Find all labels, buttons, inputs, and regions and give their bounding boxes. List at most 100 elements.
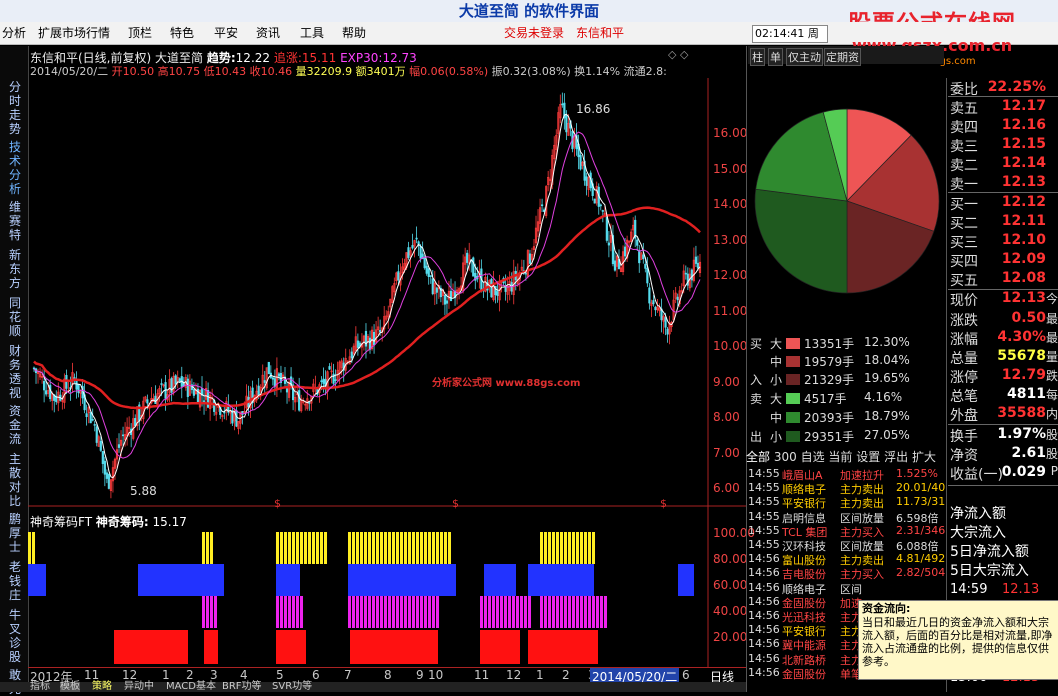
fund-flow-label[interactable]: 5日净流入额 (950, 541, 1029, 561)
candle-body (565, 114, 568, 133)
candle-body (121, 434, 125, 437)
list-tab-settings[interactable]: 设置 (856, 450, 880, 464)
y-tick: 14.00 (713, 197, 748, 211)
radar-time: 14:56 (748, 651, 780, 665)
candle-body (648, 287, 651, 304)
indicator-bar (348, 564, 456, 596)
tab-bar-chart[interactable]: 柱 (750, 48, 765, 66)
flow-row: 中 20393手 18.79% (748, 409, 944, 427)
amp-label: 振 (491, 65, 503, 78)
quote-value: 12.13 (1001, 174, 1046, 190)
pie-slice (754, 188, 848, 294)
indicator-bar (588, 532, 591, 564)
amt-value: 3401万 (366, 65, 406, 78)
candle-body (664, 317, 667, 328)
quote-tail: 股 (1045, 447, 1058, 461)
menu-ext-market[interactable]: 扩展市场行情 (38, 22, 110, 44)
menu-help[interactable]: 帮助 (342, 22, 366, 44)
menu-news[interactable]: 资讯 (256, 22, 280, 44)
menu-pingan[interactable]: 平安 (214, 22, 238, 44)
list-tab-fav[interactable]: 自选 (801, 450, 825, 464)
indicator-bar (276, 532, 279, 564)
indicator-bar (210, 596, 213, 628)
radar-time: 14:56 (748, 665, 780, 679)
vtab-technical[interactable]: 技术分析 (9, 140, 23, 196)
btab-template[interactable]: 模板 (60, 682, 80, 692)
quote-label: 买二 (950, 216, 978, 232)
vtab-penghoushi[interactable]: 鹏厚士 (9, 512, 23, 554)
candle-body (443, 295, 447, 305)
quote-label: 外盘 (950, 408, 978, 424)
flow-size: 大 (770, 337, 783, 351)
btab-indicator[interactable]: 指标 (30, 682, 50, 692)
quote-label: 涨幅 (950, 332, 978, 348)
candle-body (524, 272, 527, 275)
trade-login-status[interactable]: 交易未登录 (504, 22, 564, 44)
tab-periodic[interactable]: 定期资 (824, 48, 861, 66)
list-tab-all[interactable]: 全部 (746, 450, 770, 464)
vtab-main-retail[interactable]: 主散对比 (9, 452, 23, 508)
flow-volume: 13351手 (804, 337, 855, 351)
candle-body (103, 460, 106, 475)
indicator-bar (288, 532, 291, 564)
fund-flow-label[interactable]: 大宗流入 (950, 522, 1006, 542)
list-tab-expand[interactable]: 扩大 (912, 450, 936, 464)
radar-stock: 金固股份 (782, 667, 826, 681)
chart-corner-icons[interactable]: ◇ ◇ (668, 48, 688, 61)
quote-tail: 内 (1045, 407, 1058, 421)
vtab-fundflow[interactable]: 资金流 (9, 404, 23, 446)
vtab-weisaite[interactable]: 维赛特 (9, 200, 23, 242)
list-tab-300[interactable]: 300 (774, 450, 797, 464)
indicator-bar (440, 532, 443, 564)
menu-topbar[interactable]: 顶栏 (128, 22, 152, 44)
quote-tail: 股 (1045, 428, 1058, 442)
candle-body (601, 210, 604, 212)
indicator-bar (360, 596, 363, 628)
candle-body (235, 410, 238, 427)
indicator-pane-title: 神奇筹码FT 神奇筹码: 15.17 (30, 513, 187, 530)
kline-chart-area[interactable] (28, 78, 746, 668)
indicator-bar (404, 596, 407, 628)
indicator-bar (202, 596, 205, 628)
vtab-financial[interactable]: 财务透视 (9, 344, 23, 400)
indicator-bar (296, 596, 299, 628)
menu-features[interactable]: 特色 (170, 22, 194, 44)
tab-active-only[interactable]: 仅主动 (786, 48, 823, 66)
indicator-bar (360, 532, 363, 564)
indicator-bar (678, 564, 694, 596)
tab-orders[interactable]: 单 (768, 48, 783, 66)
btab-strategy[interactable]: 策略 (92, 682, 112, 692)
indicator-bar (412, 532, 415, 564)
indicator-bar (576, 532, 579, 564)
btab-macd[interactable]: MACD基本 (166, 682, 216, 692)
btab-svr[interactable]: SVR功等 (272, 682, 312, 692)
indicator-bar (350, 630, 438, 664)
chg-label: 幅 (409, 65, 421, 78)
fund-flow-label[interactable]: 净流入额 (950, 503, 1006, 523)
menu-tools[interactable]: 工具 (300, 22, 324, 44)
btab-abnormal[interactable]: 异动中 (124, 682, 154, 692)
indicator-bar (214, 596, 217, 628)
vtab-diagnosis[interactable]: 牛叉诊股 (9, 608, 23, 664)
x-tick: 10 (428, 668, 444, 682)
vtab-laoqianzhuang[interactable]: 老钱庄 (9, 560, 23, 602)
vtab-new-oriental[interactable]: 新东方 (9, 248, 23, 290)
x-tick: 11 (474, 668, 490, 682)
quote-row: 买五 12.08 (948, 270, 1058, 289)
indicator-bar (300, 532, 303, 564)
vtab-intraday[interactable]: 分时走势 (9, 80, 23, 136)
radar-value: 20.01/401 (896, 481, 946, 495)
btab-brf[interactable]: BRF功等 (222, 682, 262, 692)
list-tab-current[interactable]: 当前 (828, 450, 852, 464)
list-tab-float[interactable]: 浮出 (884, 450, 908, 464)
candle-body (528, 253, 532, 264)
fund-flow-label[interactable]: 5日大宗流入 (950, 560, 1029, 580)
quote-value: 2.61 (1011, 445, 1046, 461)
vtab-tonghuashun[interactable]: 同花顺 (9, 296, 23, 338)
x-tick: 9 (416, 668, 424, 682)
radar-time: 14:55 (748, 538, 780, 551)
y-tick: 6.00 (713, 481, 740, 495)
menu-analysis[interactable]: 分析 (2, 22, 26, 44)
flow-size: 中 (770, 411, 783, 425)
candle-body (690, 269, 693, 281)
